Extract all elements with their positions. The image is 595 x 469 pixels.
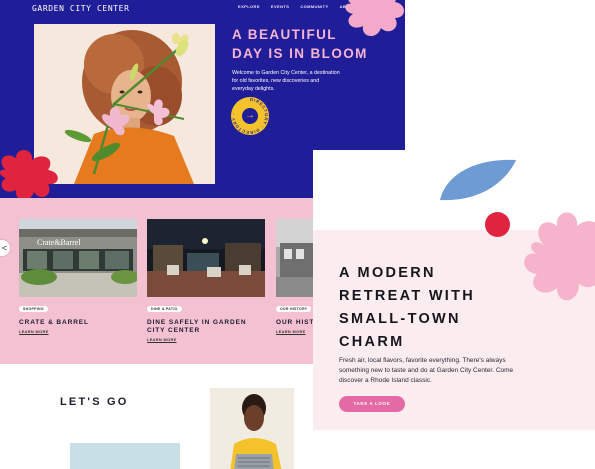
feature-card: A MODERN RETREAT WITH SMALL-TOWN CHARM F…: [313, 150, 595, 430]
blue-leaf-icon: [440, 159, 516, 201]
card-title[interactable]: DINE SAFELY IN GARDEN CITY CENTER: [147, 319, 267, 335]
lower-image-woman-yellow-scarf: [210, 388, 294, 469]
arrow-right-icon: →: [242, 108, 258, 124]
feature-title-line-4: CHARM: [339, 334, 405, 350]
site-logo[interactable]: GARDEN CITY CENTER: [32, 4, 130, 13]
lets-go-heading: LET'S GO: [60, 396, 129, 408]
hero-title: A BEAUTIFUL DAY IS IN BLOOM: [232, 25, 402, 63]
card-tag: SHOPPING: [19, 306, 48, 312]
feature-title: A MODERN RETREAT WITH SMALL-TOWN CHARM: [339, 262, 579, 354]
card-image-patio-night: [147, 219, 265, 297]
red-flower-blob-icon: [0, 150, 58, 198]
nav-item-community[interactable]: COMMUNITY: [300, 4, 328, 9]
directory-badge-button[interactable]: DIRECTORY · DIRECTORY · →: [231, 97, 269, 135]
card-image-storefront: Crate&Barrel: [19, 219, 137, 297]
card-tag: DINE & PATIO: [147, 306, 182, 312]
feature-body-text: Fresh air, local flavors, favorite every…: [339, 357, 514, 384]
lower-image-sky: [70, 443, 180, 469]
nav-item-events[interactable]: EVENTS: [271, 4, 289, 9]
learn-more-link[interactable]: LEARN MORE: [19, 330, 139, 334]
hero-title-line-2: DAY IS IN BLOOM: [232, 46, 368, 61]
card-title[interactable]: CRATE & BARREL: [19, 319, 139, 327]
feature-title-line-1: A MODERN: [339, 265, 436, 281]
take-a-look-button[interactable]: TAKE A LOOK: [339, 396, 405, 412]
nav-item-explore[interactable]: EXPLORE: [238, 4, 260, 9]
card-crate-and-barrel[interactable]: Crate&Barrel SHOPPING CRATE & BARREL LEA…: [19, 219, 139, 334]
red-dot-icon: [485, 212, 510, 237]
feature-title-line-3: SMALL-TOWN: [339, 311, 461, 327]
feature-title-line-2: RETREAT WITH: [339, 288, 476, 304]
card-tag: OUR HISTORY: [276, 306, 312, 312]
hero-title-line-1: A BEAUTIFUL: [232, 27, 337, 42]
hero-subtitle: Welcome to Garden City Center, a destina…: [232, 70, 340, 92]
learn-more-link[interactable]: LEARN MORE: [147, 338, 267, 342]
svg-text:Crate&Barrel: Crate&Barrel: [37, 238, 81, 247]
card-dine-safely[interactable]: DINE & PATIO DINE SAFELY IN GARDEN CITY …: [147, 219, 267, 342]
